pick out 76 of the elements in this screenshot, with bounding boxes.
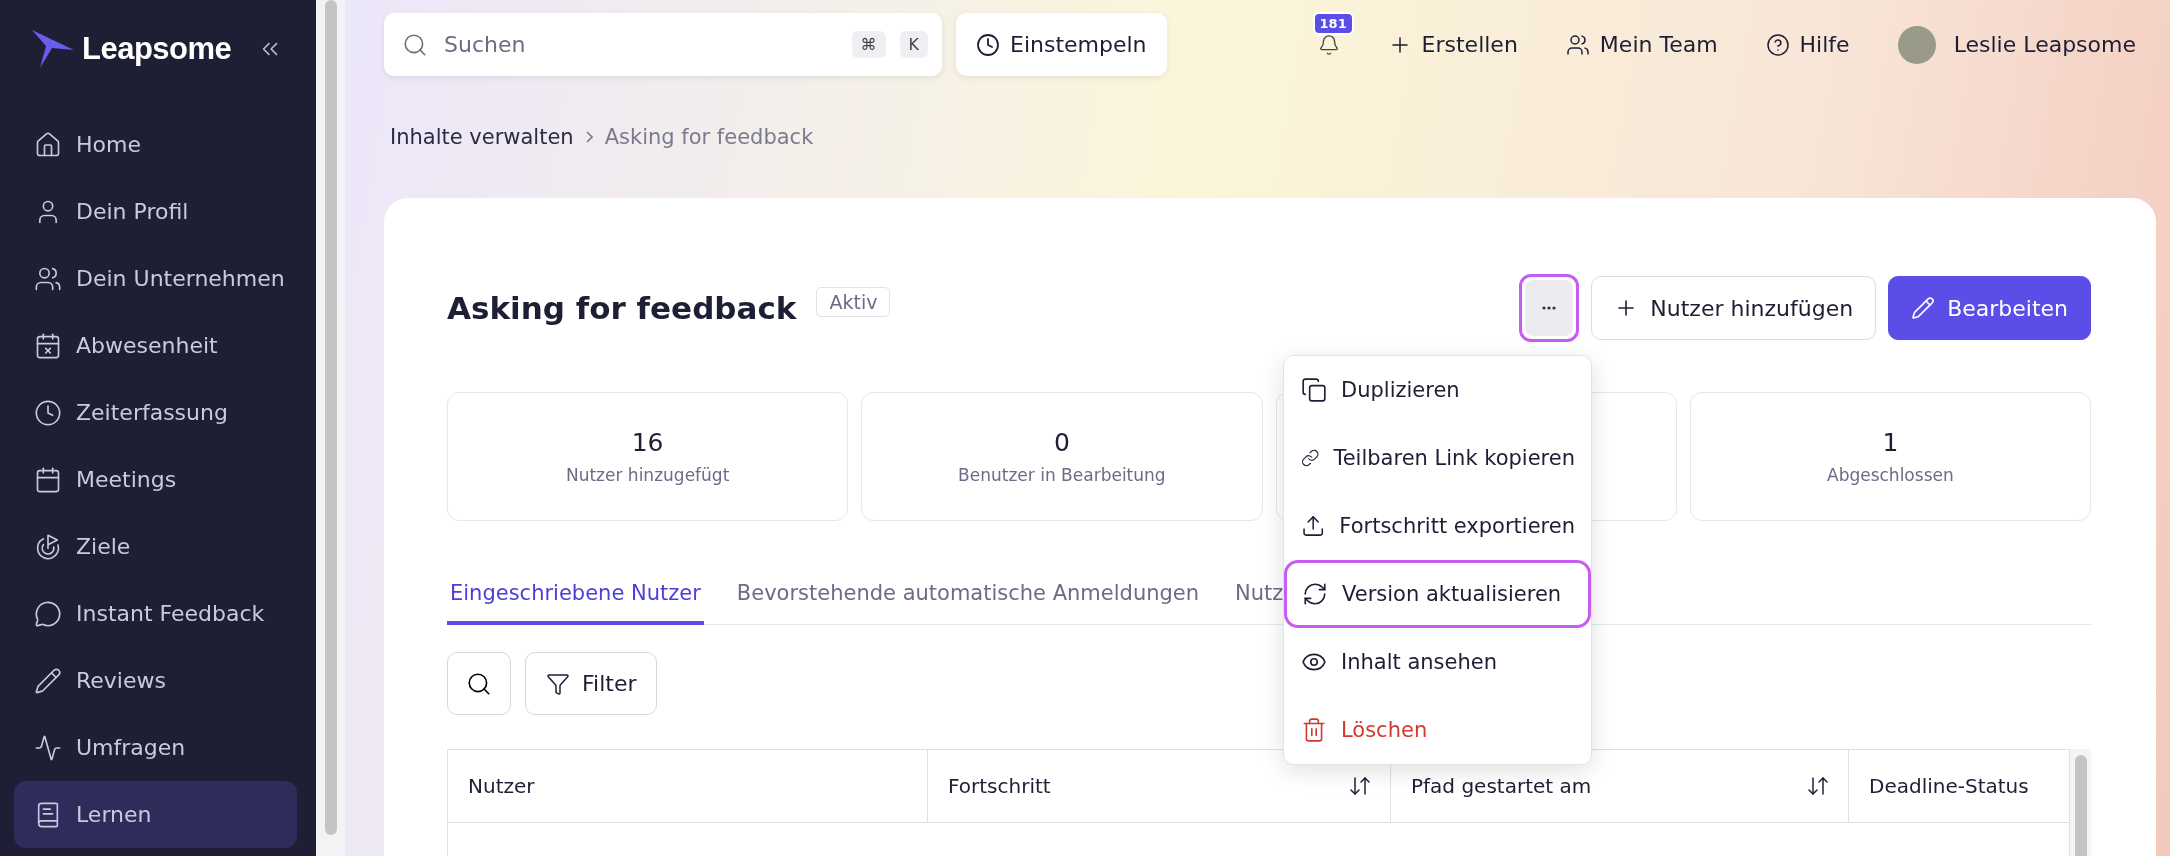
sort-icon[interactable] [1348,774,1372,798]
tab[interactable]: Nutz [1232,569,1287,625]
sidebar-item[interactable]: Umfragen [14,714,297,781]
scrollbar[interactable] [316,0,345,856]
sidebar-item[interactable]: Meetings [14,446,297,513]
stat-value: 16 [631,428,664,457]
filter-icon [546,671,570,696]
stat-value: 1 [1882,428,1899,457]
top-link[interactable]: Erstellen [1387,32,1518,57]
tab[interactable]: Eingeschriebene Nutzer [447,569,704,625]
menu-item[interactable]: Inhalt ansehen [1284,628,1591,696]
chevron-icon [585,131,593,143]
sidebar-item[interactable]: Home [14,111,297,178]
upload-icon [1301,513,1326,539]
top-link[interactable]: Mein Team [1565,32,1718,57]
column-title: Pfad gestartet am [1411,774,1592,798]
menu-item[interactable]: Duplizieren [1284,356,1591,424]
menu-item[interactable]: Teilbaren Link kopieren [1284,424,1591,492]
shortcut-key: ⌘ [851,31,886,58]
stat-label: Nutzer hinzugefügt [565,465,730,485]
home-icon [34,130,62,159]
search-button[interactable] [447,652,511,715]
bell-icon[interactable] [1317,33,1340,56]
copy-icon [1301,377,1327,403]
clock-icon [34,398,62,427]
sidebar-item[interactable]: Reviews [14,647,297,714]
edit-button[interactable]: Bearbeiten [1888,276,2091,340]
pencil-icon [34,666,62,695]
stat-label: Benutzer in Bearbeitung [958,465,1166,485]
column-title: Nutzer [468,774,535,798]
status-tag: Aktiv [816,287,891,317]
clock-icon [976,32,1000,57]
calendar-x-icon [34,331,62,360]
add-button[interactable]: Nutzer hinzufügen [1591,276,1877,340]
sidebar-item[interactable]: Abwesenheit [14,312,297,379]
target-icon [34,532,62,561]
sort-icon[interactable] [1806,774,1830,798]
sidebar-item[interactable]: Instant Feedback [14,580,297,647]
shortcut-key: K [899,31,928,58]
clock-in-button[interactable]: Einstempeln [956,13,1167,76]
sidebar-item[interactable]: Zeiterfassung [14,379,297,446]
notification-count: 181 [1312,11,1354,35]
breadcrumb-link[interactable]: Asking for feedback [604,125,814,149]
column-header[interactable]: Deadline-Status [1849,750,2069,823]
search-field[interactable]: Suchen ⌘ K [384,13,942,76]
logo-icon [30,28,76,70]
menu-item[interactable]: Fortschritt exportieren [1284,492,1591,560]
column-title: Deadline-Status [1869,774,2029,798]
column-header[interactable]: Nutzer [448,750,928,823]
user-menu[interactable]: Leslie Leapsome [1897,25,2136,64]
sidebar-item[interactable]: Dein Profil [14,178,297,245]
trash-icon [1301,717,1327,743]
tab[interactable]: Bevorstehende automatische Anmeldungen [733,569,1203,625]
speech-bubble-icon [34,599,62,628]
stat-label: Abgeschlossen [1827,465,1954,485]
filter-button[interactable]: Filter [525,652,658,715]
sidebar-item[interactable]: Ziele [14,513,297,580]
pencil-icon [1911,296,1936,320]
sidebar-item[interactable]: Lernen [14,781,297,848]
page-title: Asking for feedback [447,290,797,326]
more-button[interactable] [1519,274,1580,342]
users-icon [1565,32,1590,57]
search-input[interactable]: Suchen [442,31,838,58]
pulse-icon [34,733,62,762]
menu-item[interactable]: Version aktualisieren [1284,560,1591,628]
stat-value: 0 [1053,428,1070,457]
sidebar-item[interactable]: Dein Unternehmen [14,245,297,312]
logo-text: Leapsome [82,31,232,67]
avatar [1897,25,1936,64]
column-title: Fortschritt [948,774,1051,798]
help-icon [1765,32,1790,57]
refresh-icon [1302,581,1328,607]
calendar-icon [34,465,62,494]
ellipsis-icon [1542,306,1557,310]
top-link[interactable]: Hilfe [1765,32,1850,57]
breadcrumb-link[interactable]: Inhalte verwalten [390,125,574,149]
